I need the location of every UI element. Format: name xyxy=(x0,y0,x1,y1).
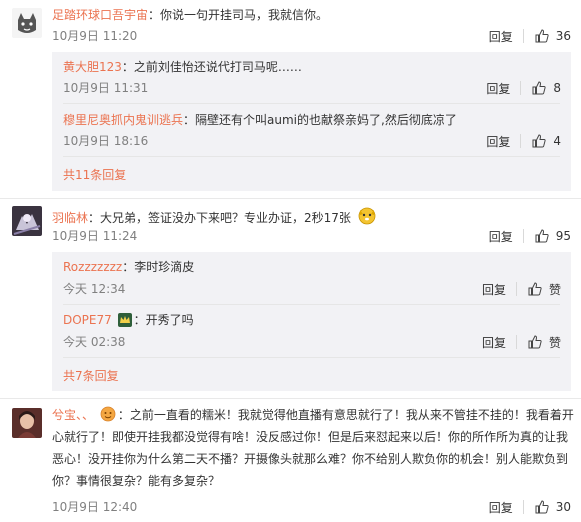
divider xyxy=(520,134,522,148)
username-link[interactable]: Rozzzzzzz xyxy=(63,260,122,274)
reply-list: 黄大胆123：之前刘佳怡还说代打司马呢…… 10月9日 11:31 回复 8 穆… xyxy=(52,52,571,191)
reply-button[interactable]: 回复 xyxy=(482,281,506,298)
like-button[interactable]: 赞 xyxy=(527,334,561,351)
reply-actions: 回复 4 xyxy=(486,132,561,150)
emoji-icon xyxy=(100,406,116,422)
reply-actions: 回复 8 xyxy=(486,79,561,97)
divider xyxy=(63,357,560,358)
comment-body: 兮宝、、 ：之前一直看的糯米！我就觉得他直播有意思就行了！我从来不管挂不挂的！我… xyxy=(52,404,576,492)
like-button[interactable]: 4 xyxy=(531,133,561,149)
username-link[interactable]: 足踏环球口吾宇宙 xyxy=(52,8,148,22)
dog-face-emoji xyxy=(358,207,376,225)
username-link[interactable]: 羽临林 xyxy=(52,211,88,225)
reply-body: 黄大胆123：之前刘佳怡还说代打司马呢…… xyxy=(63,58,302,76)
divider xyxy=(0,398,581,399)
reply-button[interactable]: 回复 xyxy=(489,228,513,245)
divider xyxy=(63,103,560,104)
thumbs-up-icon xyxy=(528,282,542,296)
thumbs-up-icon xyxy=(528,335,542,349)
comment-text: ：之前一直看的糯米！我就觉得他直播有意思就行了！我从来不管挂不挂的！我看着开心就… xyxy=(52,408,574,488)
thumbs-up-icon xyxy=(535,500,549,514)
timestamp: 10月9日 12:40 xyxy=(52,500,138,514)
timestamp: 今天 12:34 xyxy=(63,282,126,296)
like-label: 赞 xyxy=(548,335,561,350)
reply-body: DOPE77 ：开秀了吗 xyxy=(63,311,194,329)
timestamp: 10月9日 18:16 xyxy=(63,134,149,148)
divider xyxy=(522,29,524,43)
reply-text: ：李时珍滴皮 xyxy=(122,260,195,274)
comment-list: 足踏环球口吾宇宙：你说一句开挂司马，我就信你。 10月9日 11:20 回复 3… xyxy=(0,0,581,522)
reply-button[interactable]: 回复 xyxy=(482,334,506,351)
thumbs-up-icon xyxy=(532,134,546,148)
timestamp: 10月9日 11:24 xyxy=(52,229,138,243)
divider xyxy=(522,229,524,243)
comment-actions: 回复 36 xyxy=(489,27,571,45)
divider xyxy=(63,304,560,305)
comment-body: 羽临林：大兄弟，签证没办下来吧？专业办证，2秒17张 xyxy=(52,205,379,227)
thumbs-up-icon xyxy=(532,81,546,95)
like-button[interactable]: 30 xyxy=(534,499,571,515)
more-replies-link[interactable]: 共11条回复 xyxy=(63,167,126,183)
divider xyxy=(515,335,517,349)
reply-button[interactable]: 回复 xyxy=(489,28,513,45)
avatar[interactable] xyxy=(12,206,42,236)
username-link[interactable]: 兮宝、、 xyxy=(52,408,94,422)
thumbs-up-icon xyxy=(535,29,549,43)
reply-actions: 回复 赞 xyxy=(482,333,561,351)
like-count: 4 xyxy=(553,134,561,148)
divider xyxy=(520,81,522,95)
reply-text: ：隔壁还有个叫aumi的也献祭亲妈了,然后彻底凉了 xyxy=(183,113,457,127)
reply-button[interactable]: 回复 xyxy=(486,80,510,97)
like-button[interactable]: 95 xyxy=(534,228,571,244)
comment-actions: 回复 30 xyxy=(489,498,571,516)
like-label: 赞 xyxy=(548,282,561,297)
reply-body: 穆里尼奥抓内鬼训逃兵：隔壁还有个叫aumi的也献祭亲妈了,然后彻底凉了 xyxy=(63,111,457,129)
like-count: 30 xyxy=(555,500,571,514)
comment-text: ：大兄弟，签证没办下来吧？专业办证，2秒17张 xyxy=(88,211,351,225)
like-count: 95 xyxy=(555,229,571,243)
like-button[interactable]: 8 xyxy=(531,80,561,96)
timestamp: 10月9日 11:20 xyxy=(52,29,138,43)
crown-badge-icon xyxy=(117,313,132,327)
reply-button[interactable]: 回复 xyxy=(486,133,510,150)
like-button[interactable]: 赞 xyxy=(527,281,561,298)
thumbs-up-icon xyxy=(535,229,549,243)
username-link[interactable]: 黄大胆123 xyxy=(63,60,122,74)
comment-text: ：你说一句开挂司马，我就信你。 xyxy=(148,8,329,22)
reply-list: Rozzzzzzz：李时珍滴皮 今天 12:34 回复 赞 DOPE77 ：开秀… xyxy=(52,252,571,391)
like-button[interactable]: 36 xyxy=(534,28,571,44)
comment-actions: 回复 95 xyxy=(489,227,571,245)
divider xyxy=(63,156,560,157)
reply-text: ：之前刘佳怡还说代打司马呢…… xyxy=(121,60,302,74)
reply-body: Rozzzzzzz：李时珍滴皮 xyxy=(63,258,194,276)
reply-button[interactable]: 回复 xyxy=(489,499,513,516)
divider xyxy=(522,500,524,514)
divider xyxy=(515,282,517,296)
avatar[interactable] xyxy=(12,8,42,38)
like-count: 36 xyxy=(555,29,571,43)
timestamp: 今天 02:38 xyxy=(63,335,126,349)
divider xyxy=(0,198,581,199)
comment-body: 足踏环球口吾宇宙：你说一句开挂司马，我就信你。 xyxy=(52,6,328,24)
avatar[interactable] xyxy=(12,408,42,438)
timestamp: 10月9日 11:31 xyxy=(63,81,149,95)
reply-text: ：开秀了吗 xyxy=(133,313,194,327)
username-link[interactable]: 穆里尼奥抓内鬼训逃兵 xyxy=(63,113,183,127)
like-count: 8 xyxy=(553,81,561,95)
more-replies-link[interactable]: 共7条回复 xyxy=(63,368,119,384)
username-link[interactable]: DOPE77 xyxy=(63,313,112,327)
reply-actions: 回复 赞 xyxy=(482,280,561,298)
